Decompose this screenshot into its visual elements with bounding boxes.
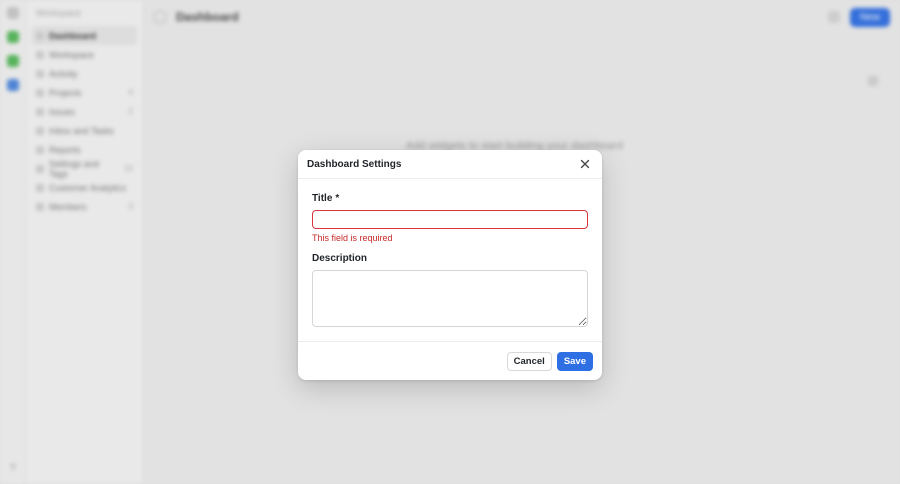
title-label-text: Title: [312, 193, 333, 204]
dialog-title: Dashboard Settings: [307, 158, 402, 170]
close-icon: [580, 159, 590, 169]
description-label: Description: [312, 253, 368, 264]
title-label: Title *: [312, 193, 588, 204]
cancel-button[interactable]: Cancel: [506, 351, 552, 371]
title-error-message: This field is required: [312, 233, 393, 243]
required-marker: *: [335, 193, 340, 204]
title-input[interactable]: [312, 210, 588, 229]
dialog-body: Title * This field is required Descripti…: [298, 179, 602, 327]
dashboard-settings-dialog: Dashboard Settings Title * This field is…: [298, 150, 602, 380]
dialog-footer: Cancel Save: [298, 341, 602, 380]
close-button[interactable]: [577, 156, 593, 172]
description-textarea[interactable]: [312, 270, 588, 327]
save-button[interactable]: Save: [556, 351, 593, 371]
dialog-header: Dashboard Settings: [298, 150, 602, 179]
